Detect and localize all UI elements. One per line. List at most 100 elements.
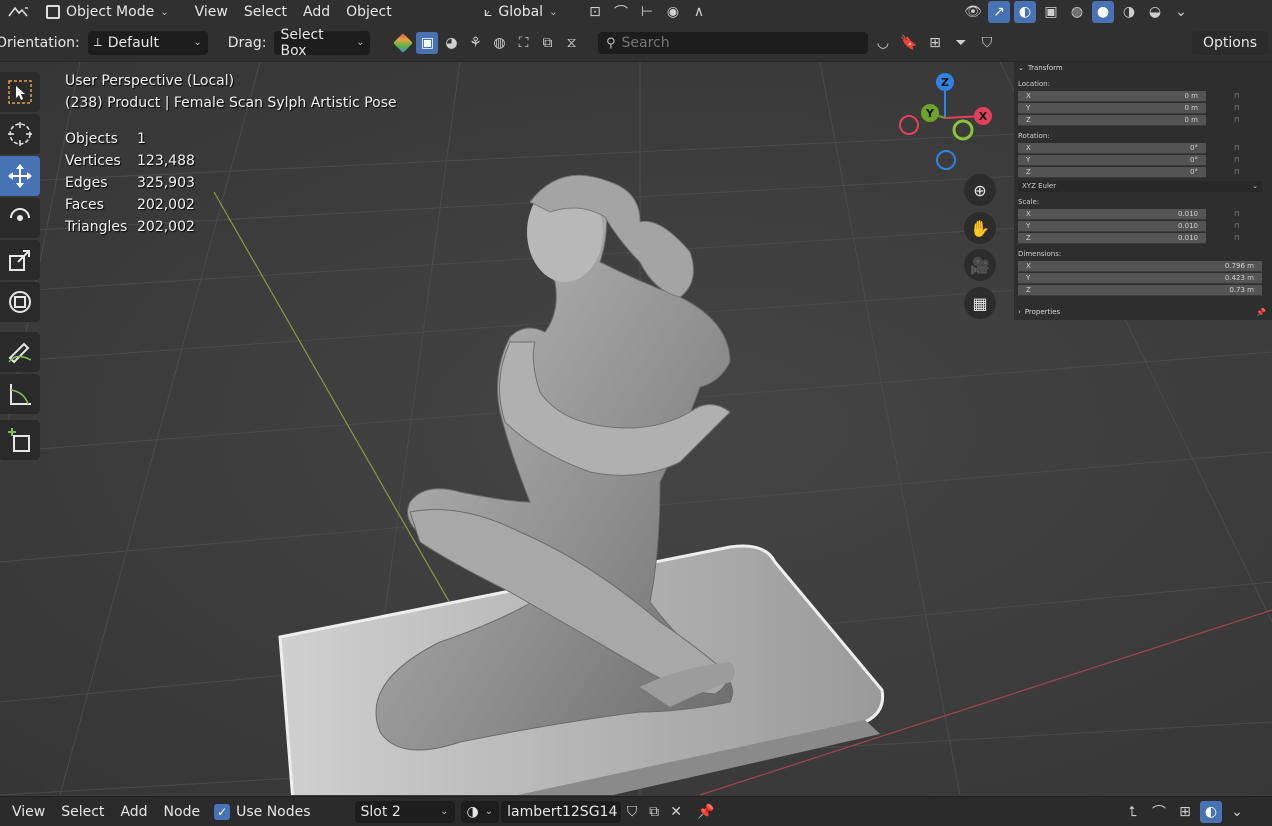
navigation-gizmo[interactable]: Z X Y	[890, 68, 1000, 178]
rotate-tool[interactable]	[0, 198, 40, 238]
lock-icon[interactable]: ⊓	[1234, 210, 1239, 218]
search-field[interactable]: ⚲	[598, 32, 868, 54]
gizmo-neg-x[interactable]	[899, 115, 919, 135]
material-browse-button[interactable]: ◑ ⌄	[460, 800, 500, 823]
proportional-edit-icon[interactable]: ◉	[662, 1, 684, 23]
pan-hand-icon[interactable]: ✋	[964, 212, 996, 244]
solid-shading-icon[interactable]: ●	[1092, 1, 1114, 23]
rotation-mode-dropdown[interactable]: XYZ Euler ⌄	[1018, 180, 1266, 192]
bookmark-icon[interactable]: 🔖	[898, 32, 920, 54]
duplicate-material-icon[interactable]: ⧉	[643, 801, 665, 823]
lock-icon[interactable]: ⊓	[1234, 168, 1239, 176]
menu-add[interactable]: Add	[112, 804, 155, 820]
overlay-options-icon[interactable]: ⌄	[1226, 801, 1248, 823]
menu-select[interactable]: Select	[53, 804, 112, 820]
location-x-field[interactable]: X 0 m ⊓	[1018, 90, 1266, 102]
select-box-tool[interactable]	[0, 72, 40, 112]
menu-view[interactable]: View	[4, 804, 53, 820]
object-type-light-icon[interactable]: ⚘	[464, 32, 486, 54]
gizmo-neg-z[interactable]	[936, 150, 956, 170]
scale-tool[interactable]	[0, 240, 40, 280]
scale-y-field[interactable]: Y 0.010 ⊓	[1018, 220, 1266, 232]
lock-icon[interactable]: ⊓	[1234, 156, 1239, 164]
scale-z-field[interactable]: Z 0.010 ⊓	[1018, 232, 1266, 244]
location-y-field[interactable]: Y 0 m ⊓	[1018, 102, 1266, 114]
lock-icon[interactable]: ⊓	[1234, 104, 1239, 112]
lock-icon[interactable]: ⊓	[1234, 222, 1239, 230]
menu-view[interactable]: View	[187, 1, 236, 23]
zoom-icon[interactable]: ⊕	[964, 174, 996, 206]
measure-tool[interactable]	[0, 374, 40, 414]
cursor-tool[interactable]	[0, 114, 40, 154]
object-type-world-icon[interactable]: ◍	[488, 32, 510, 54]
lock-icon[interactable]: ⊓	[1234, 234, 1239, 242]
options-dropdown[interactable]: Options	[1192, 30, 1268, 55]
object-type-curve-icon[interactable]: ⧖	[560, 32, 582, 54]
camera-view-icon[interactable]: 🎥	[964, 249, 996, 281]
selectability-icon[interactable]	[392, 32, 414, 54]
pin-icon[interactable]: 📌	[695, 801, 717, 823]
transform-orientation-selector[interactable]: ⟀ Global ⌄	[478, 0, 563, 24]
snap-icon[interactable]: ⌒	[1148, 801, 1170, 823]
filter-icon[interactable]: ⏷	[950, 32, 972, 54]
object-type-camera-icon[interactable]: ⧉	[536, 32, 558, 54]
lock-icon[interactable]: ⊓	[1234, 92, 1239, 100]
falloff-icon[interactable]: ∧	[688, 1, 710, 23]
menu-object[interactable]: Object	[338, 1, 400, 23]
move-tool[interactable]	[0, 156, 40, 196]
rotation-x-field[interactable]: X 0° ⊓	[1018, 142, 1266, 154]
overlays-icon[interactable]: ◐	[1200, 800, 1222, 823]
overlays-icon[interactable]: ◐	[1014, 1, 1036, 23]
field-value: 0.010	[1177, 233, 1198, 242]
unlink-close-icon[interactable]: ✕	[665, 801, 687, 823]
parent-node-icon[interactable]: ⮤	[1122, 801, 1144, 823]
dimensions-z-field[interactable]: Z 0.73 m	[1018, 284, 1266, 296]
editor-type-button[interactable]	[0, 1, 36, 23]
object-type-armature-icon[interactable]: ⛶	[512, 32, 534, 54]
visibility-eye-icon[interactable]: 👁	[962, 1, 984, 23]
object-type-mesh-icon[interactable]: ▣	[416, 31, 439, 54]
shading-options-icon[interactable]: ⌄	[1170, 1, 1192, 23]
dimensions-y-field[interactable]: Y 0.423 m	[1018, 272, 1266, 284]
axis-label: Y	[1026, 103, 1031, 112]
gizmo-neg-y[interactable]	[952, 119, 974, 141]
mode-selector[interactable]: Object Mode ⌄	[40, 0, 175, 24]
snap-target-icon[interactable]: ⊢	[636, 1, 658, 23]
xray-icon[interactable]: ▣	[1040, 1, 1062, 23]
object-type-sphere-icon[interactable]: ◕	[440, 32, 462, 54]
lock-icon[interactable]: ⊓	[1234, 144, 1239, 152]
display-mode-icon[interactable]: ⊞	[924, 32, 946, 54]
material-shading-icon[interactable]: ◑	[1118, 1, 1140, 23]
menu-node[interactable]: Node	[156, 804, 209, 820]
snap-icon[interactable]: ⌒	[610, 1, 632, 23]
transform-panel-header[interactable]: ⌄ Transform	[1018, 62, 1266, 74]
use-nodes-checkbox[interactable]: ✓ Use Nodes	[214, 803, 311, 820]
wireframe-shading-icon[interactable]: ◍	[1066, 1, 1088, 23]
annotate-tool[interactable]	[0, 332, 40, 372]
rotation-y-field[interactable]: Y 0° ⊓	[1018, 154, 1266, 166]
pin-icon[interactable]: 📌	[1256, 308, 1266, 317]
add-cube-tool[interactable]	[0, 420, 40, 460]
lock-icon[interactable]: ⊓	[1234, 116, 1239, 124]
orientation-dropdown[interactable]: ⟂ Default ⌄	[87, 30, 208, 55]
drag-dropdown[interactable]: Select Box ⌄	[274, 27, 371, 59]
transform-tool[interactable]	[0, 282, 40, 322]
fake-user-shield-icon[interactable]: ⛉	[621, 801, 643, 823]
snap-mode-icon[interactable]: ⊞	[1174, 801, 1196, 823]
menu-add[interactable]: Add	[295, 1, 338, 23]
curve-icon[interactable]: ◡	[872, 32, 894, 54]
slot-dropdown[interactable]: Slot 2 ⌄	[354, 800, 455, 823]
perspective-grid-icon[interactable]: ▦	[964, 287, 996, 319]
material-name-field[interactable]: lambert12SG14	[501, 800, 622, 823]
menu-select[interactable]: Select	[236, 1, 295, 23]
pivot-point-icon[interactable]: ⊡	[584, 1, 606, 23]
rendered-shading-icon[interactable]: ◒	[1144, 1, 1166, 23]
location-z-field[interactable]: Z 0 m ⊓	[1018, 114, 1266, 126]
shield-icon[interactable]: ⛉	[976, 32, 998, 54]
scale-x-field[interactable]: X 0.010 ⊓	[1018, 208, 1266, 220]
search-input[interactable]	[621, 35, 842, 51]
rotation-z-field[interactable]: Z 0° ⊓	[1018, 166, 1266, 178]
dimensions-x-field[interactable]: X 0.796 m	[1018, 260, 1266, 272]
gizmo-toggle-icon[interactable]: ↗	[988, 1, 1010, 23]
properties-panel-header[interactable]: › Properties 📌	[1018, 306, 1266, 318]
